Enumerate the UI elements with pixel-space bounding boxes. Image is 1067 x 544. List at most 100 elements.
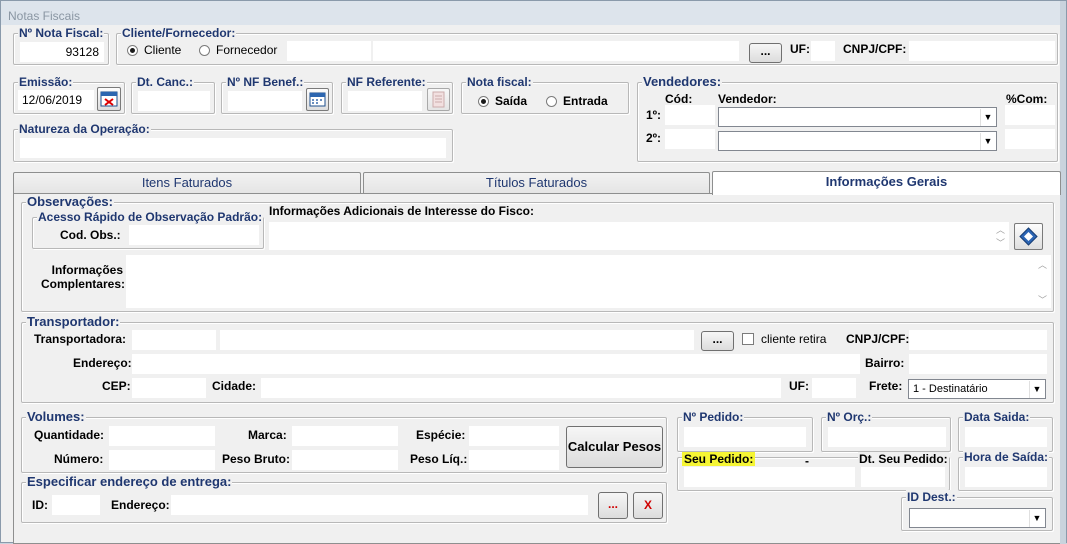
obs-label: Observações:: [26, 194, 114, 209]
vendedor2-select[interactable]: ▼: [718, 131, 997, 151]
marca-field[interactable]: [292, 426, 398, 446]
data-saida-field[interactable]: [965, 427, 1047, 447]
nfbenef-field[interactable]: [228, 91, 302, 111]
cep-field[interactable]: [132, 378, 206, 398]
calendar-icon[interactable]: [306, 88, 329, 111]
radio-cliente-label: Cliente: [144, 43, 182, 57]
cliente-name-field[interactable]: [373, 41, 739, 61]
transp-group: Transportador: Transportadora: ... clien…: [21, 314, 1054, 403]
vendedor1-label: 1º:: [646, 108, 662, 122]
scroll-up-icon[interactable]: ︿: [996, 223, 1005, 236]
nfref-field[interactable]: [348, 91, 422, 111]
bairro-field[interactable]: [909, 354, 1047, 374]
tipo-group: Nota fiscal: Saída Entrada: [461, 75, 629, 114]
dtcanc-field[interactable]: [138, 91, 210, 111]
entrega-endereco-label: Endereço:: [111, 498, 170, 512]
orc-group: Nº Orç.:: [821, 410, 951, 452]
radio-entrada[interactable]: [546, 96, 557, 107]
nota-number-field[interactable]: 93128: [20, 42, 104, 62]
nfbenef-group: Nº NF Benef.:: [221, 75, 333, 114]
transp-cnpj-field[interactable]: [909, 330, 1047, 350]
complementares-field[interactable]: [126, 255, 1051, 308]
endereco-label: Endereço:: [73, 356, 132, 370]
peso-liq-field[interactable]: [469, 450, 559, 470]
cnpj-label: CNPJ/CPF:: [843, 42, 907, 56]
transp-uf-field[interactable]: [812, 378, 856, 398]
pedido-field[interactable]: [684, 427, 806, 447]
natureza-field[interactable]: [20, 138, 446, 158]
tab-titulos-faturados[interactable]: Títulos Faturados: [363, 172, 710, 194]
emissao-date-field[interactable]: 12/06/2019: [18, 90, 94, 110]
nota-group: Nº Nota Fiscal: 93128: [13, 26, 109, 65]
cep-label: CEP:: [102, 379, 131, 393]
entrega-endereco-field[interactable]: [171, 495, 588, 515]
scroll-down-icon[interactable]: ﹀: [1038, 293, 1047, 306]
radio-saida[interactable]: [478, 96, 489, 107]
seu-pedido-field[interactable]: [684, 467, 855, 487]
tab-itens-faturados[interactable]: Itens Faturados: [13, 172, 361, 194]
cliente-group: Cliente/Fornecedor: Cliente Fornecedor .…: [116, 26, 1058, 65]
chevron-down-icon: ▼: [980, 133, 995, 150]
peso-bruto-field[interactable]: [292, 450, 398, 470]
iddest-label: ID Dest.:: [906, 490, 957, 504]
scroll-up-icon[interactable]: ︿: [1038, 258, 1047, 271]
cliente-retira-checkbox[interactable]: [742, 333, 754, 345]
cnpj-field[interactable]: [909, 41, 1055, 61]
obs-group: Observações: Acesso Rápido de Observação…: [21, 194, 1054, 312]
data-saida-label: Data Saida:: [963, 410, 1031, 424]
radio-fornecedor[interactable]: [199, 45, 210, 56]
window-title: Notas Fiscais: [1, 1, 1066, 25]
frete-select[interactable]: 1 - Destinatário ▼: [908, 379, 1046, 399]
iddest-select[interactable]: ▼: [909, 508, 1046, 528]
calcular-pesos-button[interactable]: Calcular Pesos: [566, 426, 663, 468]
cliente-label: Cliente/Fornecedor:: [121, 26, 237, 40]
radio-cliente[interactable]: [127, 45, 138, 56]
seu-pedido-label: Seu Pedido:: [682, 452, 756, 466]
dtcanc-label: Dt. Canc.:: [136, 75, 195, 89]
cliente-browse-button[interactable]: ...: [749, 43, 782, 63]
marca-label: Marca:: [248, 428, 287, 442]
entrega-browse-button[interactable]: ...: [598, 492, 628, 519]
quantidade-field[interactable]: [109, 426, 215, 446]
peso-bruto-label: Peso Bruto:: [222, 452, 291, 466]
diamond-icon[interactable]: [1014, 223, 1043, 250]
window: Notas Fiscais Nº Nota Fiscal: 93128 Clie…: [0, 0, 1067, 544]
comp-label-1: Informações: [51, 263, 123, 277]
fisco-field[interactable]: [269, 222, 1009, 250]
transportadora-code-field[interactable]: [132, 330, 216, 350]
especie-field[interactable]: [469, 426, 559, 446]
vendedor1-select[interactable]: ▼: [718, 107, 997, 127]
vendedor1-cod-field[interactable]: [665, 105, 715, 125]
cliente-retira-label: cliente retira: [761, 332, 827, 346]
pedido-group: Nº Pedido:: [677, 410, 813, 452]
vendedor2-cod-field[interactable]: [665, 129, 715, 149]
fisco-label: Informações Adicionais de Interesse do F…: [269, 204, 534, 218]
especie-label: Espécie:: [416, 428, 466, 442]
vendedor2-com-field[interactable]: [1005, 129, 1055, 149]
cidade-field[interactable]: [261, 378, 781, 398]
transp-label: Transportador:: [26, 314, 121, 329]
tab-informacoes-gerais[interactable]: Informações Gerais: [712, 171, 1061, 195]
entrega-id-field[interactable]: [52, 495, 100, 515]
orc-field[interactable]: [828, 427, 946, 447]
window-right-border: [1060, 1, 1066, 544]
dtcanc-group: Dt. Canc.:: [131, 75, 215, 114]
cliente-code-field[interactable]: [287, 41, 371, 61]
numero-field[interactable]: [109, 450, 215, 470]
endereco-field[interactable]: [132, 354, 860, 374]
emissao-group: Emissão: 12/06/2019: [13, 75, 125, 114]
vendedor1-com-field[interactable]: [1005, 105, 1055, 125]
uf-field[interactable]: [811, 41, 835, 61]
hora-saida-field[interactable]: [965, 467, 1047, 487]
calendar-clear-icon[interactable]: [97, 87, 121, 111]
transportadora-name-field[interactable]: [220, 330, 694, 350]
transp-browse-button[interactable]: ...: [701, 331, 734, 351]
document-icon[interactable]: [427, 88, 450, 111]
comissao-header: %Com:: [1006, 92, 1048, 106]
dt-seu-pedido-field[interactable]: [861, 467, 945, 487]
scroll-down-icon[interactable]: ﹀: [996, 236, 1005, 249]
quantidade-label: Quantidade:: [34, 428, 105, 442]
entrega-clear-button[interactable]: X: [633, 492, 663, 519]
cod-obs-field[interactable]: [129, 225, 259, 245]
frete-label: Frete:: [869, 379, 903, 393]
